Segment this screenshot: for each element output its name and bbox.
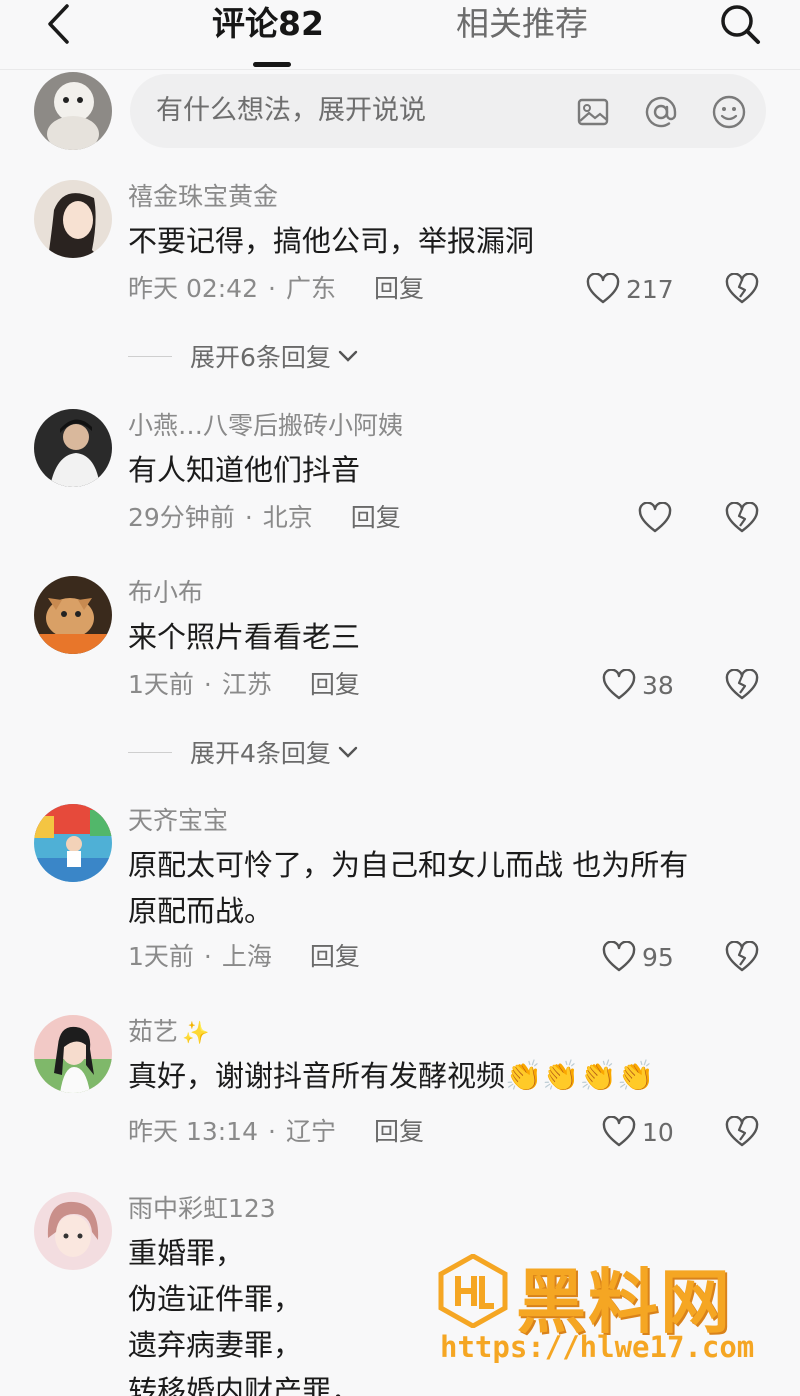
like-count: 217 (626, 274, 674, 304)
divider (128, 751, 172, 753)
comment-time: 1天前 (128, 670, 194, 699)
comment-meta: 1天前 · 江苏 回复 (128, 668, 360, 702)
broken-heart-icon (725, 273, 759, 304)
avatar[interactable] (34, 1192, 112, 1270)
comment-text: 不要记得，搞他公司，举报漏洞 (128, 224, 535, 258)
meta-separator: · (203, 942, 212, 971)
search-button[interactable] (716, 0, 764, 48)
dislike-button[interactable] (722, 498, 762, 538)
expand-replies-label: 展开6条回复 (190, 343, 331, 372)
avatar[interactable] (34, 409, 112, 487)
broken-heart-icon (725, 941, 759, 972)
comment-text: 原配太可怜了，为自己和女儿而战 也为所有 原配而战。 (128, 848, 689, 928)
mention-button[interactable] (642, 93, 680, 131)
comment-meta: 1天前 · 上海 回复 (128, 940, 360, 974)
image-icon (577, 98, 609, 126)
meta-separator: · (244, 503, 253, 532)
comment-time: 昨天 02:42 (128, 274, 258, 303)
site-logo (438, 1254, 508, 1328)
meta-separator: · (203, 670, 212, 699)
heart-icon (638, 502, 672, 533)
like-button[interactable]: 95 (602, 937, 674, 977)
expand-replies-label: 展开4条回复 (190, 739, 331, 768)
comment-author[interactable]: 天齐宝宝 (128, 804, 228, 838)
reply-button[interactable]: 回复 (351, 503, 401, 532)
avatar[interactable] (34, 576, 112, 654)
comment-author[interactable]: 雨中彩虹123 (128, 1192, 276, 1226)
smiley-icon (712, 95, 746, 129)
reply-button[interactable]: 回复 (310, 670, 360, 699)
top-bar: 评论82 相关推荐 (0, 0, 800, 70)
avatar[interactable] (34, 1015, 112, 1093)
like-count: 10 (642, 1117, 674, 1147)
comment-time: 昨天 13:14 (128, 1117, 258, 1146)
like-button[interactable] (638, 498, 672, 538)
tab-comments[interactable]: 评论82 (212, 0, 324, 48)
expand-replies-button[interactable]: 展开6条回复 (128, 338, 359, 374)
avatar[interactable] (34, 72, 112, 150)
watermark-url: https://hlwe17.com (440, 1330, 755, 1364)
clapping-hands-emoji: 👏👏👏👏 (505, 1059, 655, 1094)
comment-composer: 有什么想法，展开说说 (0, 72, 800, 152)
chevron-left-icon (48, 4, 69, 44)
meta-separator: · (268, 1117, 276, 1146)
back-button[interactable] (38, 0, 78, 48)
comment-author[interactable]: 小燕…八零后搬砖小阿姨 (128, 409, 403, 443)
dislike-button[interactable] (722, 269, 762, 309)
comment-meta: 昨天 02:42 · 广东 回复 (128, 272, 424, 306)
heart-icon (602, 1116, 636, 1147)
like-button[interactable]: 38 (602, 665, 674, 705)
watermark: 黑料网 https://hlwe17.com (436, 1254, 776, 1374)
dislike-button[interactable] (722, 1112, 762, 1152)
broken-heart-icon (725, 1116, 759, 1147)
comment-time: 1天前 (128, 942, 194, 971)
like-count: 38 (642, 670, 674, 700)
comment-text: 真好，谢谢抖音所有发酵视频👏👏👏👏 (128, 1053, 768, 1100)
divider (128, 355, 172, 357)
emoji-button[interactable] (710, 93, 748, 131)
broken-heart-icon (725, 502, 759, 533)
chevron-down-icon (337, 349, 359, 363)
comment-location: 北京 (262, 503, 313, 532)
comment-input-placeholder: 有什么想法，展开说说 (156, 95, 426, 126)
reply-button[interactable]: 回复 (310, 942, 360, 971)
dislike-button[interactable] (722, 665, 762, 705)
chevron-down-icon (337, 745, 359, 759)
comment-text: 来个照片看看老三 (128, 620, 361, 654)
search-icon (721, 5, 760, 44)
comment-text: 有人知道他们抖音 (128, 453, 361, 487)
comment-author-name: 茹艺 (128, 1017, 179, 1046)
heart-icon (586, 273, 620, 304)
comment-input[interactable]: 有什么想法，展开说说 (130, 74, 766, 148)
sparkle-icon: ✨ (182, 1021, 210, 1046)
dislike-button[interactable] (722, 937, 762, 977)
active-tab-indicator (253, 62, 291, 67)
avatar[interactable] (34, 180, 112, 258)
like-button[interactable]: 217 (586, 269, 674, 309)
comment-location: 广东 (285, 274, 336, 303)
comment-author[interactable]: 布小布 (128, 576, 203, 610)
meta-separator: · (268, 274, 276, 303)
avatar[interactable] (34, 804, 112, 882)
image-picker-button[interactable] (574, 93, 612, 131)
like-count: 95 (642, 942, 674, 972)
comment-meta: 昨天 13:14 · 辽宁 回复 (128, 1115, 424, 1149)
comment-location: 上海 (221, 942, 272, 971)
comment-location: 江苏 (221, 670, 272, 699)
tab-related[interactable]: 相关推荐 (456, 0, 588, 48)
expand-replies-button[interactable]: 展开4条回复 (128, 734, 359, 770)
comment-text-body: 真好，谢谢抖音所有发酵视频 (128, 1059, 506, 1093)
comment-meta: 29分钟前 · 北京 回复 (128, 501, 401, 535)
heart-icon (602, 941, 636, 972)
reply-button[interactable]: 回复 (374, 274, 424, 303)
comment-author[interactable]: 禧金珠宝黄金 (128, 180, 278, 214)
like-button[interactable]: 10 (602, 1112, 674, 1152)
at-icon (645, 96, 677, 128)
reply-button[interactable]: 回复 (374, 1117, 424, 1146)
comment-time: 29分钟前 (128, 503, 235, 532)
heart-icon (602, 669, 636, 700)
broken-heart-icon (725, 669, 759, 700)
comment-location: 辽宁 (285, 1117, 336, 1146)
comment-author[interactable]: 茹艺 ✨ (128, 1015, 209, 1051)
